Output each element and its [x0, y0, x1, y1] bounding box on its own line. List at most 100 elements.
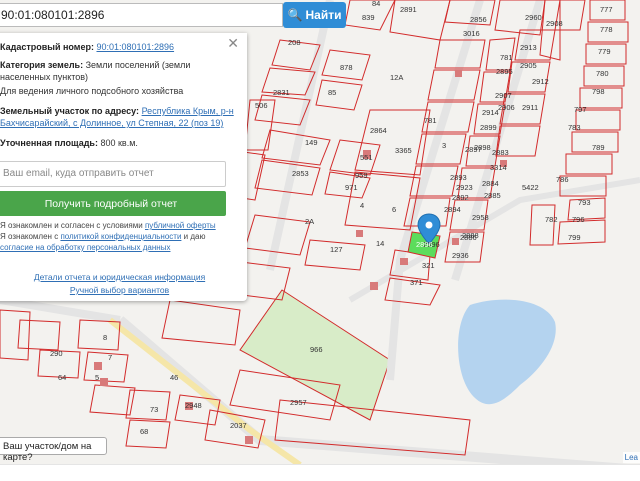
map-label: 84: [372, 0, 380, 8]
map-label: 3365: [395, 146, 412, 155]
map-label: 793: [578, 198, 591, 207]
category-row: Категория земель: Земли поселений (земли…: [0, 59, 235, 83]
cadastral-link[interactable]: 90:01:080101:2896: [96, 42, 174, 52]
map-label: 506: [255, 101, 268, 110]
map-label: 2898: [474, 143, 491, 152]
map-label: 371: [410, 278, 423, 287]
your-parcel-button[interactable]: Ваш участок/дом на карте?: [0, 437, 107, 463]
map-label: 2911: [522, 103, 538, 112]
map-label: 2831: [273, 88, 290, 97]
map-label: 3016: [463, 29, 480, 38]
bottom-strip: [0, 464, 640, 481]
map-label: 208: [288, 38, 301, 47]
privacy-link[interactable]: политикой конфиденциальности: [60, 232, 181, 241]
map-label: 2853: [292, 169, 309, 178]
find-button-label: Найти: [305, 8, 342, 22]
map-label: 839: [362, 13, 375, 22]
map-label: 2905: [520, 61, 537, 70]
search-icon: 🔍: [287, 8, 303, 22]
map-label: 2957: [290, 398, 307, 407]
map-label: 781: [424, 116, 437, 125]
map-label: 290: [50, 349, 63, 358]
map-label: 966: [310, 345, 323, 354]
map-label: 777: [600, 5, 613, 14]
map-label: 2948: [185, 401, 202, 410]
map-label: 2913: [520, 43, 537, 52]
close-icon[interactable]: ✕: [227, 35, 239, 52]
manual-selection-link[interactable]: Ручной выбор вариантов: [0, 285, 247, 295]
search-input[interactable]: 90:01:080101:2896: [0, 3, 283, 27]
map-label: 2960: [525, 13, 542, 22]
address-row: Земельный участок по адресу: Республика …: [0, 105, 235, 129]
map-label: 780: [596, 69, 609, 78]
map-label: 3: [442, 141, 446, 150]
map-label: 2895: [496, 67, 513, 76]
map-label: 2894: [444, 205, 461, 214]
map-label: 7: [108, 353, 112, 362]
map-label: 878: [340, 63, 353, 72]
map-label: 783: [568, 123, 581, 132]
find-button[interactable]: 🔍 Найти: [283, 2, 346, 28]
map-label: 2899: [480, 123, 497, 132]
consent-2-end: и даю: [183, 232, 206, 241]
map-label: 73: [150, 405, 158, 414]
offer-link[interactable]: публичной оферты: [145, 221, 216, 230]
map-label: 2907: [495, 91, 512, 100]
category-label: Категория земель:: [0, 60, 84, 70]
map-label: 14: [376, 239, 384, 248]
map-label: 2886: [460, 233, 477, 242]
map-attribution[interactable]: Lea: [622, 452, 640, 463]
map-label: 12А: [390, 73, 403, 82]
map-label: 2958: [472, 213, 489, 222]
map-label: 5422: [522, 183, 539, 192]
personal-data-link[interactable]: согласие на обработку персональных данны…: [0, 243, 170, 252]
map-label: 971: [345, 183, 358, 192]
selected-parcel-label: 2896: [416, 240, 433, 249]
map-label: 781: [500, 53, 513, 62]
map-label: 127: [330, 245, 343, 254]
consent-line-3: согласие на обработку персональных данны…: [0, 242, 170, 253]
use-value: Для ведения личного подсобного хозяйства: [0, 86, 184, 96]
map-label: 551: [360, 153, 373, 162]
area-label: Уточненная площадь:: [0, 138, 98, 148]
map-label: 797: [574, 105, 587, 114]
map-label: 2891: [400, 5, 417, 14]
consent-2-text: Я ознакомлен с: [0, 232, 59, 241]
map-label: 2923: [456, 183, 473, 192]
cadastral-row: Кадастровый номер: 90:01:080101:2896: [0, 41, 174, 53]
map-label: 85: [328, 88, 336, 97]
map-label: 6: [392, 205, 396, 214]
map-label: 2892: [452, 193, 469, 202]
map-label: 2908: [546, 19, 563, 28]
details-link[interactable]: Детали отчета и юридическая информация: [0, 272, 247, 282]
parcel-info-panel: ✕ Кадастровый номер: 90:01:080101:2896 К…: [0, 33, 247, 301]
map-label: 2914: [482, 108, 499, 117]
map-label: 796: [572, 215, 585, 224]
map-label: 5: [95, 373, 99, 382]
map-label: 2906: [498, 103, 515, 112]
map-label: 46: [170, 373, 178, 382]
map-label: 3314: [490, 163, 507, 172]
map-label: 2856: [470, 15, 487, 24]
consent-1-text: Я ознакомлен и согласен с условиями: [0, 221, 143, 230]
map-label: 2912: [532, 77, 549, 86]
cadastral-label: Кадастровый номер:: [0, 42, 94, 52]
map-label: 2883: [492, 148, 509, 157]
order-report-button[interactable]: Получить подробный отчет: [0, 191, 226, 216]
map-label: 2936: [452, 251, 469, 260]
map-label: 64: [58, 373, 66, 382]
map-label: 782: [545, 215, 558, 224]
map-label: 799: [568, 233, 581, 242]
map-label: 2885: [484, 191, 501, 200]
map-label: 8: [103, 333, 107, 342]
area-row: Уточненная площадь: 800 кв.м.: [0, 137, 138, 149]
map-label: 2864: [370, 126, 387, 135]
map-label: 2884: [482, 179, 499, 188]
map-label: 2037: [230, 421, 247, 430]
email-input[interactable]: Ваш email, куда отправить отчет: [0, 161, 226, 187]
map-label: 2893: [450, 173, 467, 182]
map-label: 798: [592, 87, 605, 96]
map-label: 786: [556, 175, 569, 184]
consent-line-1: Я ознакомлен и согласен с условиями публ…: [0, 220, 216, 231]
map-label: 149: [305, 138, 318, 147]
